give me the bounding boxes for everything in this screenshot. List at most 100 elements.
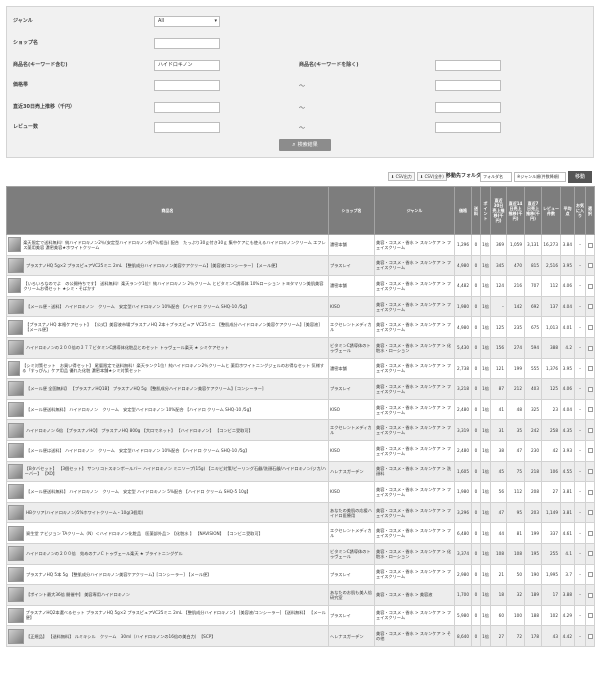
shop-name[interactable]: あなたの美肌の応援ハイドロ医療用 [328, 501, 375, 524]
shop-name[interactable]: ヘレナスガーデン [328, 625, 375, 647]
shop-name[interactable]: あなたのお肌も美人倍研究室 [328, 584, 375, 606]
product-name-link[interactable]: 資生堂 ナビジョン TAクリーム（N）＜ハイドロキノン化粧品 医薬部外品＞ 【化… [26, 531, 263, 536]
shop-input[interactable] [154, 38, 220, 49]
product-thumbnail[interactable] [8, 607, 24, 623]
product-thumbnail[interactable] [8, 422, 24, 438]
row-checkbox[interactable] [587, 489, 593, 495]
product-name-link[interactable]: ハイドロキノンの２００倍の３７７ビタミンC誘導体化粧品とのセット トゥヴェール楽… [26, 345, 229, 350]
row-checkbox[interactable] [587, 283, 593, 289]
product-name-link[interactable]: 【正規品】 【送料無料】 ルミキシル クリーム 30ml（ハイドロキノンの16倍… [26, 634, 215, 639]
product-name-link[interactable]: HBクリア(ハイドロキノン)5%ホワイトクリーム・10g(3個用) [26, 510, 143, 515]
product-thumbnail[interactable] [8, 546, 24, 562]
product-name-link[interactable]: ハイドロキノンの２００倍 効めのナノC トゥヴェール楽天 ★ ブライトニングゲル [26, 551, 183, 556]
header-product-name[interactable]: 商品名 [6, 186, 329, 235]
header-point[interactable]: ポイント [480, 186, 491, 235]
header-sales-30d[interactable]: 直近30日売上推移(千円) [490, 186, 507, 235]
row-checkbox[interactable] [587, 530, 593, 536]
product-thumbnail[interactable] [8, 299, 24, 315]
product-name-link[interactable]: 楽天限定で送料無料！純ハイドロキノン2％(安定型ハイドロキノン約7％相当) 配合… [23, 240, 327, 250]
shop-name[interactable]: エクセレントメディカル [328, 316, 375, 338]
shop-name[interactable]: プラスレイ [328, 604, 375, 627]
genre-select[interactable]: All ▾ [154, 16, 220, 27]
price-max-input[interactable] [435, 80, 501, 91]
move-button[interactable]: 移動 [568, 171, 592, 183]
row-checkbox[interactable] [587, 633, 593, 639]
shop-name[interactable]: 濃密本舗 [328, 357, 375, 380]
shop-name[interactable]: 濃密本舗 [328, 275, 375, 297]
product-name-link[interactable]: 【メール便 全国無料】 【プラスナノHQ1B】 プラスナノHQ 5g 【整肌成分… [26, 386, 264, 391]
row-checkbox[interactable] [587, 592, 593, 598]
product-name-link[interactable]: 【いろいろなのでよ の公開待ちです】 送料無料！楽天ランク1位！純ハイドロキノン… [23, 281, 327, 291]
product-name-link[interactable]: 【メール便・送料】 ハイドロキノン クリーム 安定型ハイドロキノン 10%配合 … [26, 304, 249, 309]
product-name-link[interactable]: 【シミ対策セット お買い得セット】 尾暦限定で送料無料！楽天ランク1位！純ハイド… [22, 363, 327, 373]
product-thumbnail[interactable] [8, 587, 24, 603]
row-checkbox[interactable] [587, 304, 593, 310]
header-shop-name[interactable]: ショップ名 [328, 186, 375, 235]
search-button[interactable]: ⌕ 検索結果 [279, 139, 331, 151]
row-checkbox[interactable] [587, 242, 593, 248]
product-thumbnail[interactable] [8, 340, 24, 356]
exclude-input[interactable] [435, 60, 501, 71]
header-review-count[interactable]: レビュー件数 [541, 186, 561, 235]
row-checkbox[interactable] [587, 263, 593, 269]
review-max-input[interactable] [435, 122, 501, 133]
product-input[interactable]: ハイドロキノン [154, 60, 220, 71]
product-thumbnail[interactable] [8, 402, 24, 418]
header-genre[interactable]: ジャンル [374, 186, 455, 235]
product-thumbnail[interactable] [8, 237, 22, 253]
product-name-link[interactable]: 【ポイント最大36倍 開催中】 美容専用ハイドロキノン [26, 592, 130, 597]
row-checkbox[interactable] [587, 448, 593, 454]
folder-select[interactable]: フォルダ名 [480, 172, 512, 182]
product-name-link[interactable]: 【メール便送料無料】 ハイドロキノン クリーム 安定型 ハイドロキノン 5%配合… [26, 489, 251, 494]
row-checkbox[interactable] [587, 510, 593, 516]
shop-name[interactable]: KISO [328, 481, 375, 503]
row-checkbox[interactable] [587, 427, 593, 433]
header-favorite[interactable]: お気に入り [574, 186, 586, 235]
product-thumbnail[interactable] [8, 628, 24, 644]
review-min-input[interactable] [154, 122, 220, 133]
shop-name[interactable]: ビタミンC誘導体のトゥヴェール [328, 542, 375, 565]
header-average[interactable]: 平均点 [560, 186, 575, 235]
row-checkbox[interactable] [587, 345, 593, 351]
product-thumbnail[interactable] [8, 319, 24, 335]
row-checkbox[interactable] [587, 386, 593, 392]
header-shipping[interactable]: 送料 [471, 186, 481, 235]
product-thumbnail[interactable] [8, 484, 24, 500]
row-checkbox[interactable] [587, 613, 593, 619]
product-thumbnail[interactable] [8, 381, 24, 397]
header-sales-7d[interactable]: 直近7日売上推移(千円) [524, 186, 542, 235]
product-name-link[interactable]: 【プラスナノHQ 本格ケアセット】 【公式】美容液市場プラスナノHQ 2本＋プラ… [25, 322, 327, 332]
header-sales-14d[interactable]: 直近14日売上推移(千円) [506, 186, 525, 235]
csv-all-export-button[interactable]: ⬇ CSV(全件) [417, 172, 447, 181]
row-checkbox[interactable] [587, 551, 593, 557]
sales-min-input[interactable] [154, 102, 220, 113]
order-select[interactable]: ※ジャンル順(件数降順) [514, 172, 566, 182]
product-thumbnail[interactable] [8, 463, 23, 479]
product-name-link[interactable]: プラスナノHQ 5g×2 プラスピュアVC25ミニ 2mL 【整肌成分ハイドロキ… [26, 263, 280, 268]
shop-name[interactable]: エクセレントメディカル [328, 419, 375, 441]
product-thumbnail[interactable] [8, 505, 24, 521]
shop-name[interactable]: ハレナスガーデン [328, 460, 375, 483]
product-thumbnail[interactable] [8, 566, 24, 582]
shop-name[interactable]: 濃密本舗 [328, 234, 375, 256]
shop-name[interactable]: エクセレントメディカル [328, 522, 375, 544]
shop-name[interactable]: プラスレイ [328, 254, 375, 277]
row-checkbox[interactable] [587, 469, 593, 475]
product-thumbnail[interactable] [8, 360, 21, 376]
product-thumbnail[interactable] [8, 257, 24, 273]
product-thumbnail[interactable] [8, 278, 22, 294]
price-min-input[interactable] [154, 80, 220, 91]
product-thumbnail[interactable] [8, 443, 24, 459]
product-name-link[interactable]: ハイドロキノン 6倍 【プラスナノHQ】 プラスナノHQ 800g 【大口でネッ… [26, 428, 253, 433]
product-name-link[interactable]: 【Bタバセット】 【3個セット】 サンリコトスキンポールバー ハイドロキノン ミ… [25, 466, 327, 476]
shop-name[interactable]: プラスレイ [328, 563, 375, 586]
shop-name[interactable]: KISO [328, 439, 375, 462]
csv-export-button[interactable]: ⬇ CSV出力 [388, 172, 415, 181]
shop-name[interactable]: ビタミンC誘導体のトゥヴェール [328, 336, 375, 359]
product-thumbnail[interactable] [8, 525, 24, 541]
shop-name[interactable]: KISO [328, 398, 375, 421]
product-name-link[interactable]: 【メール便送料無料】 ハイドロキノン クリーム 安定型ハイドロキノン 10%配合… [26, 407, 253, 412]
shop-name[interactable]: プラスレイ [328, 378, 375, 400]
row-checkbox[interactable] [587, 572, 593, 578]
shop-name[interactable]: KISO [328, 295, 375, 318]
